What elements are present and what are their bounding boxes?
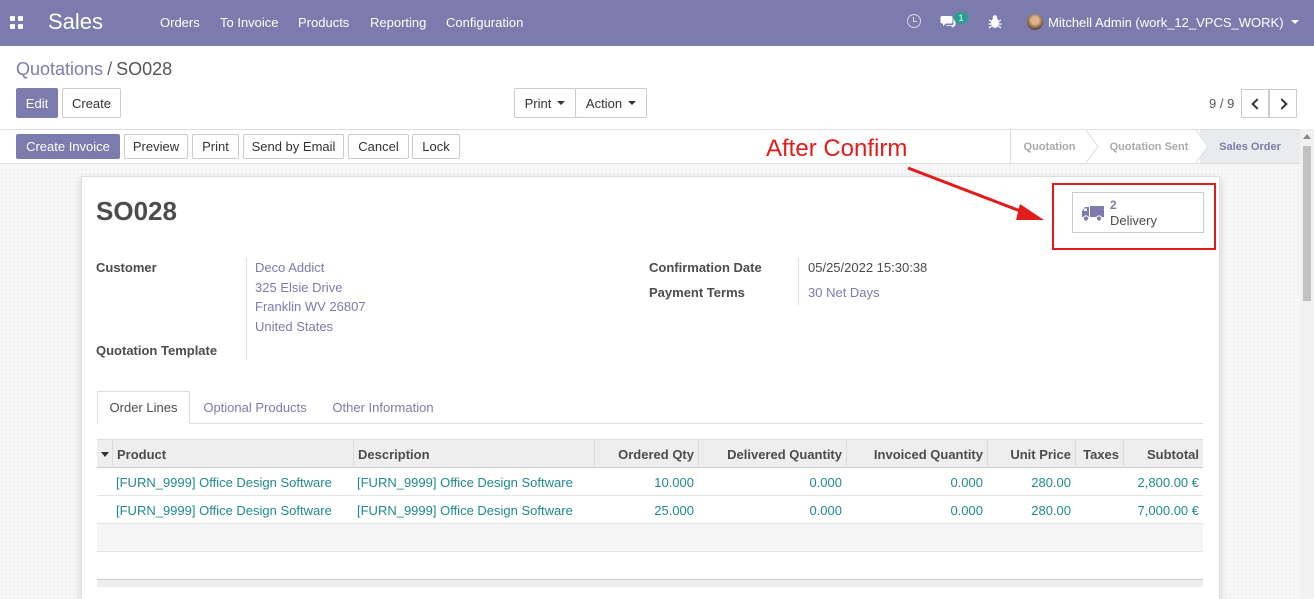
- cell-taxes[interactable]: [1075, 468, 1123, 496]
- cell-invoiced-qty[interactable]: 0.000: [846, 468, 987, 496]
- stage-sales-order-current: Sales Order: [1200, 130, 1300, 163]
- stage-quotation[interactable]: Quotation: [1010, 130, 1088, 163]
- column-unit-price[interactable]: Unit Price: [987, 440, 1075, 468]
- send-by-email-button[interactable]: Send by Email: [243, 134, 344, 159]
- column-ordered-qty[interactable]: Ordered Qty: [594, 440, 698, 468]
- table-row[interactable]: [FURN_9999] Office Design Software [FURN…: [97, 468, 1203, 496]
- pager-next-button[interactable]: [1269, 89, 1297, 118]
- cell-unit-price[interactable]: 280.00: [987, 468, 1075, 496]
- scrollbar-thumb[interactable]: [1303, 146, 1311, 301]
- menu-configuration[interactable]: Configuration: [446, 15, 523, 30]
- print-dropdown-button[interactable]: Print: [514, 88, 576, 118]
- lock-button[interactable]: Lock: [412, 134, 460, 159]
- customer-street[interactable]: 325 Elsie Drive: [255, 280, 342, 295]
- empty-table-row: [97, 524, 1203, 552]
- activity-clock-icon[interactable]: [907, 14, 921, 28]
- statusbar: Create Invoice Preview Print Send by Ema…: [0, 129, 1300, 164]
- cell-ordered-qty[interactable]: 25.000: [594, 496, 698, 524]
- cancel-button[interactable]: Cancel: [348, 134, 409, 159]
- action-dropdown-button[interactable]: Action: [575, 88, 647, 118]
- annotation-highlight-box: [1052, 183, 1216, 250]
- cell-product[interactable]: [FURN_9999] Office Design Software: [112, 496, 353, 524]
- pager-previous-button[interactable]: [1241, 89, 1269, 118]
- user-menu-caret-icon[interactable]: [1291, 20, 1299, 24]
- cell-subtotal: 7,000.00 €: [1137, 502, 1199, 518]
- table-row[interactable]: [FURN_9999] Office Design Software [FURN…: [97, 496, 1203, 524]
- breadcrumb: Quotations / SO028: [16, 59, 172, 80]
- create-button[interactable]: Create: [62, 88, 121, 118]
- top-navbar: Sales Orders To Invoice Products Reporti…: [0, 0, 1314, 46]
- table-footer: [97, 579, 1203, 587]
- stage-divider-icon: [1086, 130, 1099, 163]
- menu-orders[interactable]: Orders: [160, 15, 200, 30]
- preview-button[interactable]: Preview: [124, 134, 188, 159]
- stage-quotation-sent[interactable]: Quotation Sent: [1100, 130, 1198, 163]
- create-invoice-button[interactable]: Create Invoice: [16, 134, 120, 159]
- tab-optional-products[interactable]: Optional Products: [194, 391, 316, 424]
- stage-divider-icon: [1196, 130, 1209, 163]
- caret-down-icon: [628, 101, 637, 105]
- tab-order-lines[interactable]: Order Lines: [97, 391, 190, 424]
- breadcrumb-quotations[interactable]: Quotations: [16, 59, 103, 79]
- order-lines-header: Product Description Ordered Qty Delivere…: [97, 439, 1203, 468]
- menu-to-invoice[interactable]: To Invoice: [220, 15, 279, 30]
- breadcrumb-current: SO028: [116, 59, 173, 79]
- scroll-up-arrow-icon[interactable]: [1303, 134, 1311, 139]
- column-product[interactable]: Product: [112, 440, 353, 468]
- document-title: SO028: [96, 196, 177, 226]
- field-divider: [246, 257, 247, 360]
- quotation-template-label: Quotation Template: [96, 343, 218, 358]
- cell-description[interactable]: [FURN_9999] Office Design Software: [353, 468, 594, 496]
- customer-label: Customer: [96, 260, 157, 275]
- customer-name-link[interactable]: Deco Addict: [255, 260, 324, 275]
- cell-delivered-qty[interactable]: 0.000: [698, 496, 846, 524]
- user-avatar[interactable]: [1027, 14, 1043, 30]
- user-menu-name[interactable]: Mitchell Admin (work_12_VPCS_WORK): [1048, 15, 1284, 30]
- debug-bug-icon[interactable]: [988, 14, 1002, 29]
- pager-value[interactable]: 9 / 9: [1209, 96, 1234, 111]
- print-button[interactable]: Print: [192, 134, 239, 159]
- customer-country[interactable]: United States: [255, 319, 333, 334]
- tab-other-information[interactable]: Other Information: [322, 391, 444, 424]
- column-delivered-quantity[interactable]: Delivered Quantity: [698, 440, 846, 468]
- caret-down-icon: [557, 101, 566, 105]
- chevron-right-icon: [1275, 97, 1288, 110]
- customer-city[interactable]: Franklin WV 26807: [255, 299, 366, 314]
- column-subtotal[interactable]: Subtotal: [1123, 440, 1203, 468]
- payment-terms-link[interactable]: 30 Net Days: [808, 285, 880, 300]
- app-brand[interactable]: Sales: [48, 9, 103, 35]
- action-dropdown-label: Action: [585, 95, 623, 111]
- cell-subtotal: 2,800.00 €: [1137, 474, 1199, 490]
- edit-button[interactable]: Edit: [16, 88, 58, 118]
- cell-unit-price[interactable]: 280.00: [987, 496, 1075, 524]
- confirmation-date-value: 05/25/2022 15:30:38: [808, 260, 928, 275]
- confirmation-date-label: Confirmation Date: [649, 260, 762, 275]
- annotation-text: After Confirm: [766, 135, 908, 162]
- apps-menu-icon[interactable]: [10, 16, 23, 29]
- vertical-scrollbar[interactable]: [1300, 129, 1314, 599]
- chat-count-badge: 1: [954, 12, 968, 24]
- chevron-left-icon: [1250, 97, 1263, 110]
- annotation-arrow-icon: [907, 166, 1044, 220]
- field-divider: [798, 257, 799, 305]
- print-dropdown-label: Print: [524, 95, 552, 111]
- cell-invoiced-qty[interactable]: 0.000: [846, 496, 987, 524]
- column-taxes[interactable]: Taxes: [1075, 440, 1123, 468]
- payment-terms-label: Payment Terms: [649, 285, 745, 300]
- sort-caret-icon[interactable]: [101, 452, 109, 457]
- cell-description[interactable]: [FURN_9999] Office Design Software: [353, 496, 594, 524]
- cell-ordered-qty[interactable]: 10.000: [594, 468, 698, 496]
- menu-products[interactable]: Products: [298, 15, 349, 30]
- column-description[interactable]: Description: [353, 440, 594, 468]
- breadcrumb-separator: /: [107, 59, 113, 79]
- menu-reporting[interactable]: Reporting: [370, 15, 426, 30]
- cell-product[interactable]: [FURN_9999] Office Design Software: [112, 468, 353, 496]
- cell-delivered-qty[interactable]: 0.000: [698, 468, 846, 496]
- cell-taxes[interactable]: [1075, 496, 1123, 524]
- column-invoiced-quantity[interactable]: Invoiced Quantity: [846, 440, 987, 468]
